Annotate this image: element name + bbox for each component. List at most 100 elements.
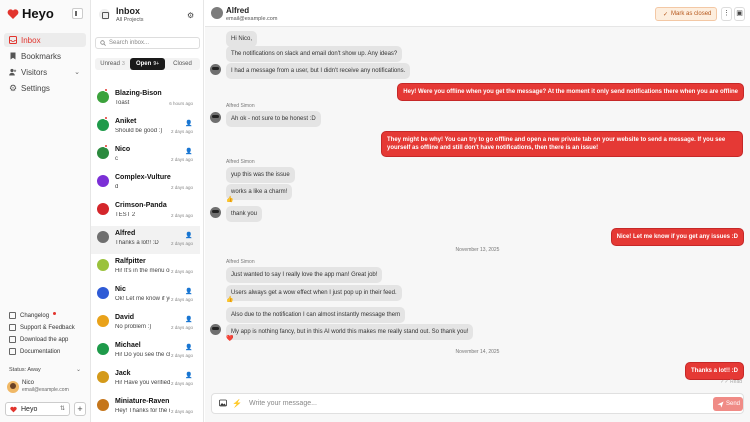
- conversation-item[interactable]: Complex-Vulture d 2 days ago: [91, 170, 200, 198]
- conversation-name: Miniature-Raven: [115, 398, 170, 405]
- conversation-name: Aniket: [115, 118, 137, 125]
- avatar: [210, 112, 221, 123]
- message-bubble: Ah ok - not sure to be honest :D: [226, 111, 321, 127]
- message-bubble: Also due to the notification I can almos…: [226, 307, 406, 323]
- conversation-item[interactable]: Nic Ok! Let me know if you ... 👤 2 days ago: [91, 282, 200, 310]
- avatar: [97, 91, 109, 103]
- message-bubble: The notifications on slack and email don…: [226, 46, 403, 62]
- support-link[interactable]: Support & Feedback: [9, 324, 75, 331]
- sidebar-item-bookmarks[interactable]: Bookmarks: [4, 49, 86, 63]
- thumbs-up-reaction-icon[interactable]: 👍: [226, 196, 233, 203]
- conversation-preview: Toast: [115, 100, 130, 106]
- avatar: [97, 175, 109, 187]
- date-separator: November 13, 2025: [455, 247, 500, 253]
- send-button[interactable]: Send: [713, 397, 743, 411]
- avatar: [97, 371, 109, 383]
- brand[interactable]: Heyo: [7, 6, 54, 21]
- conversation-time: 2 days ago: [170, 241, 193, 246]
- conversation-time: 2 days ago: [170, 381, 193, 386]
- tab-open[interactable]: Open 9+: [130, 58, 165, 70]
- mark-closed-label: Mark as closed: [671, 11, 712, 17]
- avatar: [97, 259, 109, 271]
- message-bubble: Just wanted to say I really love the app…: [226, 267, 383, 283]
- date-separator: November 14, 2025: [455, 349, 500, 355]
- conversation-item[interactable]: David No problem :) 👤 2 days ago: [91, 310, 200, 338]
- gear-icon[interactable]: ⚙: [187, 11, 194, 20]
- conversation-item[interactable]: Ralfpitter Hi! It's in the menu on t...2 …: [91, 254, 200, 282]
- search-input[interactable]: Search inbox...: [95, 37, 200, 49]
- avatar: [7, 380, 19, 393]
- sidebar-item-inbox[interactable]: Inbox: [4, 33, 86, 47]
- mark-closed-button[interactable]: ✓ Mark as closed: [655, 7, 717, 21]
- new-dot: [53, 312, 57, 315]
- conversation-item[interactable]: Crimson-Panda TEST 2 2 days ago: [91, 198, 200, 226]
- status-selector[interactable]: Status: Away: [9, 367, 41, 373]
- heyo-logo-icon: [10, 406, 17, 412]
- inbox-tabs: Unread 3 Open 9+ Closed: [95, 58, 200, 70]
- message-text: thank you: [231, 211, 258, 217]
- documentation-link[interactable]: Documentation: [9, 348, 60, 355]
- message-input[interactable]: Write your message...: [249, 400, 317, 407]
- conversation-name: Crimson-Panda: [115, 202, 167, 209]
- assigned-user-icon: 👤: [185, 317, 193, 323]
- message-text: My app is nothing fancy, but in this AI …: [231, 329, 469, 335]
- chevron-down-icon[interactable]: ⌄: [76, 366, 81, 373]
- thumbs-up-reaction-icon[interactable]: 👍: [226, 296, 233, 303]
- sidebar-item-settings[interactable]: ⚙ Settings: [4, 81, 86, 95]
- conversation-name: Michael: [115, 342, 141, 349]
- message-bubble: My app is nothing fancy, but in this AI …: [226, 324, 474, 340]
- conversation-preview: Ok! Let me know if you ...: [115, 296, 170, 302]
- image-icon[interactable]: [218, 399, 227, 408]
- download-link[interactable]: Download the app: [9, 336, 68, 343]
- unread-dot: [104, 144, 108, 148]
- message-bubble: Nice! Let me know if you get any issues …: [610, 228, 744, 246]
- changelog-icon: [9, 312, 16, 319]
- conversation-item[interactable]: Jack Hi! Have you verified y... 👤 2 days ag…: [91, 366, 200, 394]
- tab-closed[interactable]: Closed: [165, 58, 200, 70]
- message-text: I had a message from a user, but I didn'…: [231, 68, 406, 74]
- message-bubble: yup this was the issue: [226, 167, 295, 183]
- collapse-sidebar-icon[interactable]: [72, 8, 83, 19]
- conversation-name: Blazing-Bison: [115, 90, 162, 97]
- message-bubble: They might be why! You can try to go off…: [381, 131, 743, 157]
- message-bubble: works a like a charm!: [226, 184, 293, 200]
- chevron-updown-icon: ⇅: [59, 406, 65, 412]
- sidebar-item-label: Settings: [21, 83, 50, 93]
- more-vertical-icon[interactable]: ⋮: [721, 7, 732, 21]
- search-placeholder: Search inbox...: [109, 40, 150, 46]
- message-text: Users always get a wow effect when I jus…: [231, 290, 397, 296]
- conversation-item[interactable]: Miniature-Raven Hey! Thanks for the me...…: [91, 394, 200, 422]
- conversation-time: 2 days ago: [170, 297, 193, 302]
- changelog-link[interactable]: Changelog: [9, 312, 57, 319]
- conversation-time: 2 days ago: [170, 353, 193, 358]
- conversation-item[interactable]: Blazing-Bison Toast 6 hours ago: [91, 86, 200, 114]
- conversation-item[interactable]: Aniket Should be good :) 👤 2 days ago: [91, 114, 200, 142]
- sidebar-item-label: Inbox: [21, 35, 41, 45]
- download-icon: [9, 336, 16, 343]
- conversation-item[interactable]: Alfred Thanks a lot!! :D 👤 2 days ago: [91, 226, 200, 254]
- sidebar-item-visitors[interactable]: Visitors ⌄: [4, 65, 86, 79]
- brand-name: Heyo: [22, 6, 54, 21]
- conversation-time: 2 days ago: [170, 185, 193, 190]
- conversation-time: 2 days ago: [170, 269, 193, 274]
- download-label: Download the app: [20, 336, 69, 343]
- message-text: yup this was the issue: [231, 172, 290, 178]
- conversation-item[interactable]: Michael Hi! Do you see the cha... 👤 2 days …: [91, 338, 200, 366]
- workspace-name: Heyo: [21, 405, 38, 413]
- conversation-preview: d: [115, 184, 119, 190]
- conversation-preview: Hi! Have you verified y...: [115, 380, 170, 386]
- conversation-preview: Hey! Thanks for the me...: [115, 408, 170, 414]
- conversation-name: Nico: [115, 146, 131, 153]
- avatar: [97, 343, 109, 355]
- current-user[interactable]: Nico email@example.com: [7, 380, 69, 393]
- lightning-icon[interactable]: ⚡: [232, 399, 242, 408]
- workspace-selector[interactable]: Heyo ⇅: [5, 402, 70, 416]
- conversation-item[interactable]: Nico c 👤 2 days ago: [91, 142, 200, 170]
- read-label: Read: [730, 379, 742, 385]
- add-workspace-button[interactable]: +: [74, 402, 86, 416]
- panel-icon[interactable]: ▣: [734, 7, 745, 21]
- sender-name: Alfred Simon: [226, 259, 255, 265]
- tab-unread[interactable]: Unread 3: [95, 58, 130, 70]
- heart-reaction-icon[interactable]: ❤️: [226, 335, 233, 342]
- avatar: [211, 7, 223, 19]
